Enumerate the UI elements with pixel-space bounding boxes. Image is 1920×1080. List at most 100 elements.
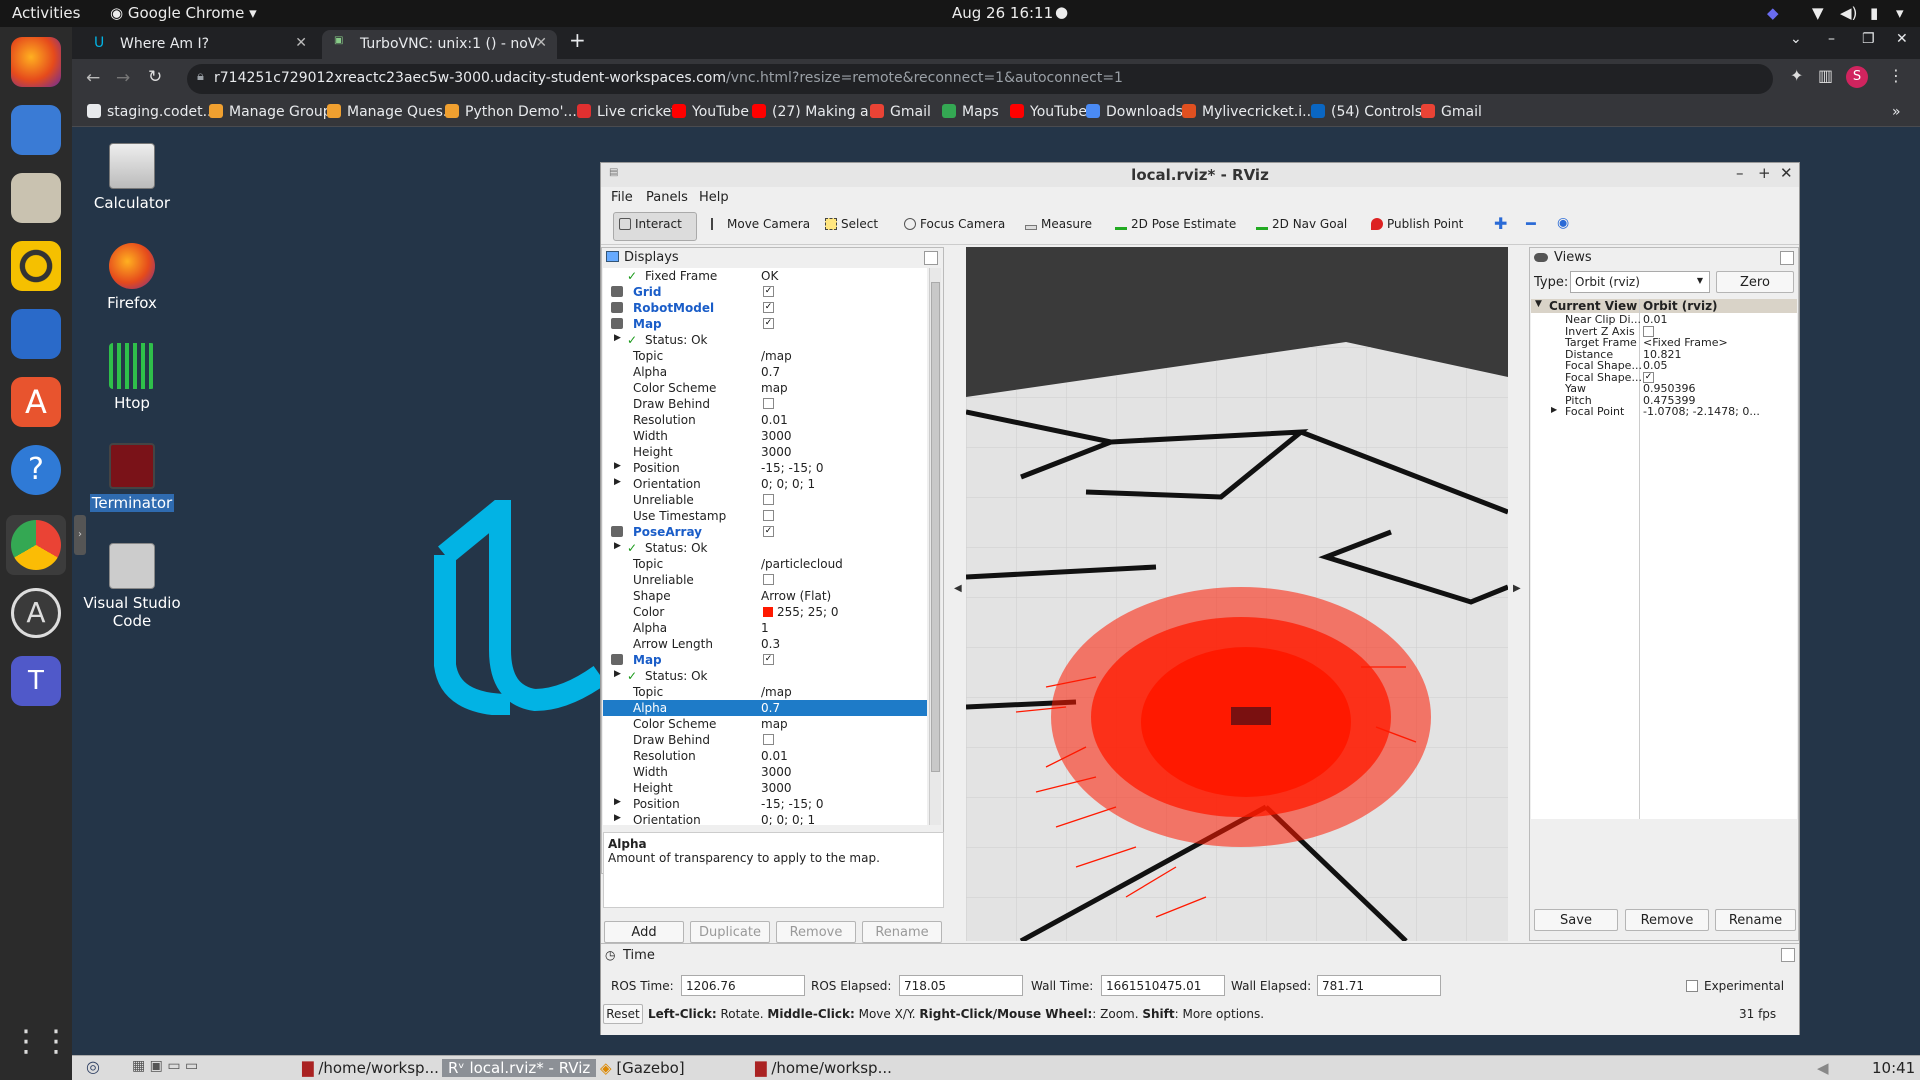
chrome-dock-icon[interactable]: [11, 520, 61, 570]
display-property-row[interactable]: Unreliable: [603, 492, 927, 508]
tab-where-am-i[interactable]: U Where Am I? ✕: [82, 30, 317, 59]
teams-dock-icon[interactable]: T: [11, 656, 61, 706]
property-value[interactable]: /map: [761, 685, 792, 699]
property-value[interactable]: 3000: [761, 429, 792, 443]
writer-dock-icon[interactable]: [11, 309, 61, 359]
close-icon[interactable]: ✕: [1780, 164, 1793, 182]
new-tab-button[interactable]: +: [569, 28, 599, 57]
view-property-row[interactable]: Pitch 0.475399: [1531, 394, 1855, 407]
property-checkbox[interactable]: [1643, 325, 1654, 337]
current-view-row[interactable]: ▼ Current View Orbit (rviz): [1531, 299, 1797, 313]
property-checkbox[interactable]: ✓: [763, 526, 774, 537]
property-checkbox[interactable]: ✓: [763, 654, 774, 665]
rename-display-button[interactable]: Rename: [862, 921, 942, 943]
view-property-row[interactable]: Invert Z Axis: [1531, 325, 1855, 338]
files-dock-icon[interactable]: [11, 173, 61, 223]
display-property-row[interactable]: Draw Behind: [603, 396, 927, 412]
expand-arrow-icon[interactable]: ▶: [614, 461, 621, 471]
property-value[interactable]: 0.01: [761, 749, 788, 763]
rename-view-button[interactable]: Rename: [1715, 909, 1796, 931]
taskbar-item-rviz[interactable]: Rᵛ local.rviz* - RViz: [442, 1059, 597, 1077]
taskbar-item-terminal-2[interactable]: ▇ /home/worksp...: [755, 1059, 892, 1077]
chrome-menu-icon[interactable]: ⋮: [1888, 66, 1904, 85]
bookmark-item[interactable]: (27) Making a...: [752, 104, 882, 120]
expand-arrow-icon[interactable]: ▶: [614, 333, 621, 343]
reset-button[interactable]: Reset: [603, 1004, 643, 1024]
display-property-row[interactable]: Width 3000: [603, 764, 927, 780]
bookmark-item[interactable]: Maps: [942, 104, 999, 120]
display-property-row[interactable]: Height 3000: [603, 780, 927, 796]
display-property-row[interactable]: Unreliable: [603, 572, 927, 588]
display-property-row[interactable]: PoseArray ✓: [603, 524, 927, 540]
undock-button[interactable]: [1781, 948, 1795, 962]
volume-tray-icon[interactable]: ◀: [1817, 1059, 1829, 1077]
bookmark-item[interactable]: YouTube: [1010, 104, 1087, 120]
bookmark-item[interactable]: Gmail: [1421, 104, 1482, 120]
add-display-button[interactable]: Add: [604, 921, 684, 943]
display-property-row[interactable]: ▶ Position -15; -15; 0: [603, 796, 927, 812]
display-property-row[interactable]: ▶ ✓ Status: Ok: [603, 332, 927, 348]
undock-button[interactable]: [1780, 251, 1794, 265]
property-value[interactable]: 255; 25; 0: [777, 605, 839, 619]
property-value[interactable]: 0; 0; 0; 1: [761, 477, 815, 491]
app-center-dock-icon[interactable]: A: [11, 377, 61, 427]
property-value[interactable]: Arrow (Flat): [761, 589, 831, 603]
profile-avatar[interactable]: S: [1846, 66, 1868, 88]
minimize-icon[interactable]: –: [1736, 164, 1744, 182]
display-property-row[interactable]: ▶ Position -15; -15; 0: [603, 460, 927, 476]
property-checkbox[interactable]: [763, 510, 774, 521]
remove-display-button[interactable]: Remove: [776, 921, 856, 943]
bookmark-item[interactable]: Downloads: [1086, 104, 1183, 120]
property-value[interactable]: 1: [761, 621, 769, 635]
volume-icon[interactable]: ◀): [1840, 4, 1857, 22]
close-tab-icon[interactable]: ✕: [295, 35, 307, 51]
more-bookmarks-icon[interactable]: »: [1892, 104, 1901, 120]
tree-scrollbar[interactable]: [929, 268, 941, 825]
display-property-row[interactable]: Topic/map: [603, 348, 927, 364]
menu-panels[interactable]: Panels: [646, 190, 688, 205]
ros-elapsed-field[interactable]: 718.05: [899, 975, 1023, 996]
property-checkbox[interactable]: [763, 574, 774, 585]
back-icon[interactable]: ←: [86, 68, 100, 88]
view-type-select[interactable]: Orbit (rviz) ▼: [1570, 271, 1710, 293]
start-menu-icon[interactable]: ◎: [86, 1057, 100, 1076]
show-apps-icon[interactable]: ⋮⋮: [11, 1017, 71, 1067]
remove-view-button[interactable]: Remove: [1625, 909, 1709, 931]
duplicate-display-button[interactable]: Duplicate: [690, 921, 770, 943]
maximize-icon[interactable]: +: [1758, 164, 1771, 182]
clock[interactable]: Aug 26 16:11: [952, 4, 1053, 22]
display-property-row[interactable]: Color Scheme map: [603, 380, 927, 396]
desktop-icon-firefox[interactable]: Firefox: [77, 243, 187, 312]
desktop-icon-calculator[interactable]: Calculator: [77, 143, 187, 212]
view-property-row[interactable]: ▶ Focal Point -1.0708; -2.1478; 0...: [1531, 405, 1855, 418]
display-property-row[interactable]: Color 255; 25; 0: [603, 604, 927, 620]
tool-measure[interactable]: Measure: [1025, 217, 1092, 231]
property-checkbox[interactable]: ✓: [763, 302, 774, 313]
scrollbar-thumb[interactable]: [931, 282, 940, 772]
wall-time-field[interactable]: 1661510475.01: [1101, 975, 1225, 996]
display-property-row[interactable]: Draw Behind: [603, 732, 927, 748]
rhythmbox-dock-icon[interactable]: [11, 241, 61, 291]
software-updater-dock-icon[interactable]: A: [11, 588, 61, 638]
reload-icon[interactable]: ↻: [148, 67, 162, 87]
expand-arrow-icon[interactable]: ▶: [614, 813, 621, 823]
help-dock-icon[interactable]: ?: [11, 445, 61, 495]
tool-publish-point[interactable]: Publish Point: [1371, 217, 1463, 231]
wall-elapsed-field[interactable]: 781.71: [1317, 975, 1441, 996]
tool-focus-camera[interactable]: Focus Camera: [904, 217, 1005, 231]
tab-search-icon[interactable]: ⌄: [1790, 31, 1810, 60]
collapse-right-panel-icon[interactable]: ▶: [1513, 583, 1521, 594]
view-property-row[interactable]: Near Clip Di... 0.01: [1531, 313, 1855, 326]
tool-select[interactable]: Select: [825, 217, 878, 231]
bookmark-item[interactable]: staging.codet...: [87, 104, 216, 120]
property-value[interactable]: 0.3: [761, 637, 780, 651]
property-value[interactable]: /map: [761, 349, 792, 363]
teams-tray-icon[interactable]: ◆: [1767, 4, 1779, 22]
display-property-row[interactable]: Topic/particlecloud: [603, 556, 927, 572]
property-value[interactable]: -1.0708; -2.1478; 0...: [1643, 405, 1760, 418]
property-checkbox[interactable]: ✓: [1643, 371, 1654, 383]
close-window-icon[interactable]: ✕: [1896, 31, 1916, 60]
tool-properties-icon[interactable]: ◉: [1557, 215, 1569, 231]
desktop-icon-terminator[interactable]: Terminator: [77, 443, 187, 512]
thunderbird-dock-icon[interactable]: [11, 105, 61, 155]
